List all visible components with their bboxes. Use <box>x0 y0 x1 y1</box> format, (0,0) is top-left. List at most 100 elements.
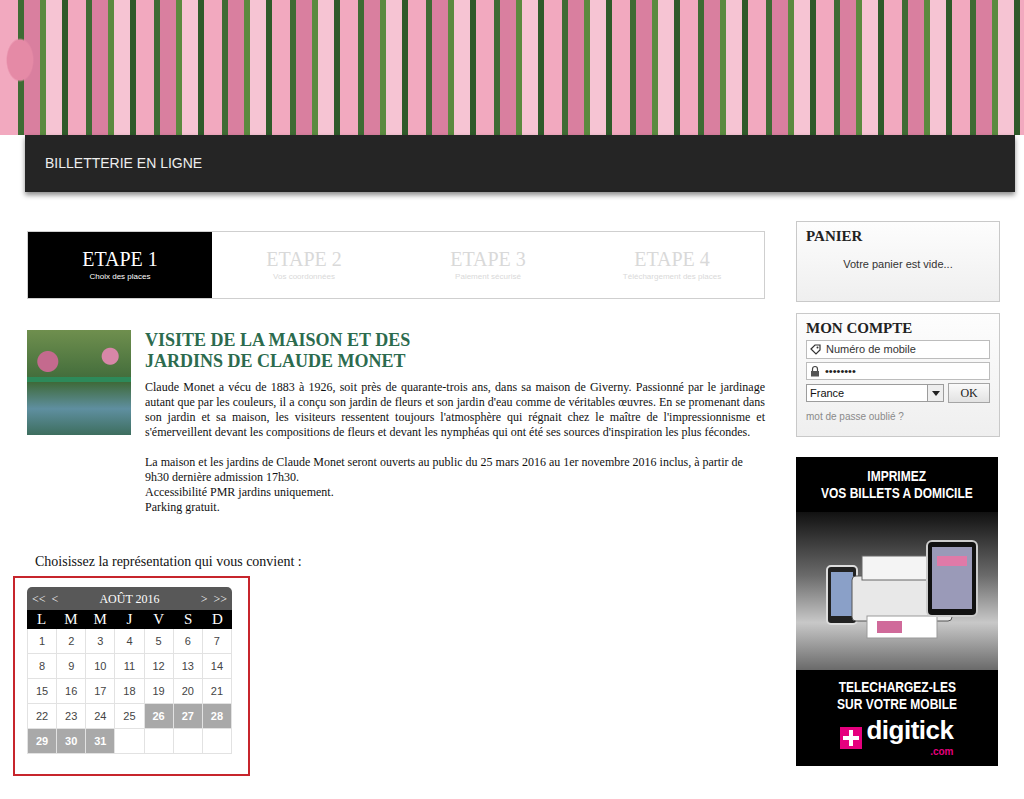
weekday: L <box>27 610 56 629</box>
password-input[interactable] <box>823 363 989 380</box>
prev-year-button[interactable]: << <box>32 590 46 608</box>
site-title: BILLETTERIE EN LIGNE <box>45 153 202 174</box>
weekday: J <box>115 610 144 629</box>
calendar-day-cell: 6 <box>174 629 202 653</box>
ad-headline-line: IMPRIMEZ <box>868 467 927 484</box>
forgot-password-link[interactable]: mot de passe oublié ? <box>806 409 904 424</box>
step-label: ETAPE 4 <box>634 248 710 271</box>
cart-empty-text: Votre panier est vide... <box>806 256 990 273</box>
account-title: MON COMPTE <box>806 319 990 337</box>
calendar-day-cell: 4 <box>115 629 143 653</box>
calendar-day-cell: 23 <box>57 704 85 728</box>
calendar-day: 24 <box>94 708 106 725</box>
calendar-day-cell[interactable]: 31 <box>86 729 114 753</box>
calendar-day[interactable]: 27 <box>182 708 194 725</box>
calendar-month: AOÛT 2016 <box>99 590 159 608</box>
calendar-day-cell: 7 <box>203 629 231 653</box>
calendar-day: 11 <box>124 658 135 675</box>
calendar-day: 3 <box>97 633 103 650</box>
calendar-day: 4 <box>126 633 132 650</box>
calendar-day: 14 <box>211 658 223 675</box>
calendar-day-cell: 1 <box>28 629 56 653</box>
weekday: V <box>144 610 173 629</box>
cart-title: PANIER <box>806 227 990 245</box>
next-year-button[interactable]: >> <box>213 590 227 608</box>
calendar-day-cell: 11 <box>115 654 143 678</box>
calendar-day: 7 <box>214 633 220 650</box>
step-label: ETAPE 1 <box>82 248 158 271</box>
cart-panel: PANIER Votre panier est vide... <box>796 221 1000 302</box>
tag-icon <box>810 344 821 355</box>
calendar-day-cell: 13 <box>174 654 202 678</box>
calendar-day-cell: 15 <box>28 679 56 703</box>
dropdown-arrow-icon <box>927 385 943 402</box>
calendar-day[interactable]: 30 <box>65 733 77 750</box>
calendar-day[interactable]: 28 <box>211 708 223 725</box>
weekday: D <box>203 610 232 629</box>
event-body: VISITE DE LA MAISON ET DES JARDINS DE CL… <box>145 330 765 515</box>
banner-photo <box>0 0 1024 135</box>
step-subtitle: Vos coordonnées <box>273 271 335 283</box>
calendar-day: 17 <box>94 683 106 700</box>
country-select[interactable]: France <box>806 384 944 403</box>
calendar-day-cell[interactable]: 29 <box>28 729 56 753</box>
calendar-day-cell: 18 <box>115 679 143 703</box>
event-info: La maison et les jardins de Claude Monet… <box>145 455 765 485</box>
calendar-day-cell: 10 <box>86 654 114 678</box>
main-area: ETAPE 1Choix des places ETAPE 2Vos coordo… <box>27 221 1024 776</box>
weekday-row: LMMJVSD <box>27 610 232 629</box>
calendar-day: 9 <box>68 658 74 675</box>
calendar-day-cell[interactable]: 28 <box>203 704 231 728</box>
prev-month-button[interactable]: < <box>52 590 59 608</box>
phone-input[interactable] <box>824 341 989 358</box>
calendar-day: 12 <box>153 658 165 675</box>
event-info: Accessibilité PMR jardins uniquement. <box>145 485 765 500</box>
calendar-day: 16 <box>65 683 77 700</box>
brand-text: digitick.com <box>866 716 953 759</box>
calendar-day-cell: 25 <box>115 704 143 728</box>
ad-headline-line: VOS BILLETS A DOMICILE <box>821 484 973 501</box>
step-label: ETAPE 3 <box>450 248 526 271</box>
calendar-prompt: Choisissez la représentation qui vous co… <box>35 551 765 572</box>
arrow-triangle-icon <box>932 391 940 396</box>
step-label: ETAPE 2 <box>266 248 342 271</box>
calendar-day: 19 <box>153 683 165 700</box>
calendar-day-cell: 5 <box>145 629 173 653</box>
calendar-day: 8 <box>39 658 45 675</box>
calendar-day: 21 <box>211 683 223 700</box>
calendar-day-cell[interactable]: 26 <box>145 704 173 728</box>
calendar-day: 13 <box>182 658 194 675</box>
ok-button[interactable]: OK <box>948 383 990 403</box>
calendar-day[interactable]: 29 <box>36 733 48 750</box>
calendar-day: 2 <box>68 633 74 650</box>
ad-footer-line: SUR VOTRE MOBILE <box>837 695 957 712</box>
lock-icon <box>810 365 820 377</box>
calendar-day[interactable]: 26 <box>153 708 165 725</box>
calendar-day-cell: 3 <box>86 629 114 653</box>
calendar-day-cell[interactable]: 27 <box>174 704 202 728</box>
calendar-day-cell: 24 <box>86 704 114 728</box>
step-subtitle: Choix des places <box>90 271 151 283</box>
calendar-prev-nav: <<< <box>32 590 58 608</box>
password-field[interactable] <box>806 362 990 381</box>
next-month-button[interactable]: > <box>201 590 208 608</box>
calendar-day-cell: 21 <box>203 679 231 703</box>
calendar-day: 6 <box>185 633 191 650</box>
step-tab: ETAPE 4Téléchargement des places <box>580 232 764 298</box>
event-title: VISITE DE LA MAISON ET DES JARDINS DE CL… <box>145 330 430 372</box>
empty-cell <box>145 729 173 753</box>
calendar-day: 22 <box>36 708 48 725</box>
calendar-next-nav: >>> <box>201 590 227 608</box>
step-tab: ETAPE 3Paiement sécurisé <box>396 232 580 298</box>
calendar-day-cell[interactable]: 30 <box>57 729 85 753</box>
calendar-day-cell: 16 <box>57 679 85 703</box>
step-subtitle: Paiement sécurisé <box>455 271 521 283</box>
phone-field[interactable] <box>806 340 990 359</box>
calendar-day: 18 <box>123 683 135 700</box>
calendar-day[interactable]: 31 <box>94 733 106 750</box>
ad-footer: TELECHARGEZ-LESSUR VOTRE MOBILEdigitick.… <box>796 670 998 759</box>
digitick-ad[interactable]: IMPRIMEZVOS BILLETS A DOMICILE TELECHARGE… <box>796 457 998 766</box>
calendar-day: 15 <box>36 683 48 700</box>
step-tab: ETAPE 2Vos coordonnées <box>212 232 396 298</box>
calendar-day: 10 <box>94 658 106 675</box>
